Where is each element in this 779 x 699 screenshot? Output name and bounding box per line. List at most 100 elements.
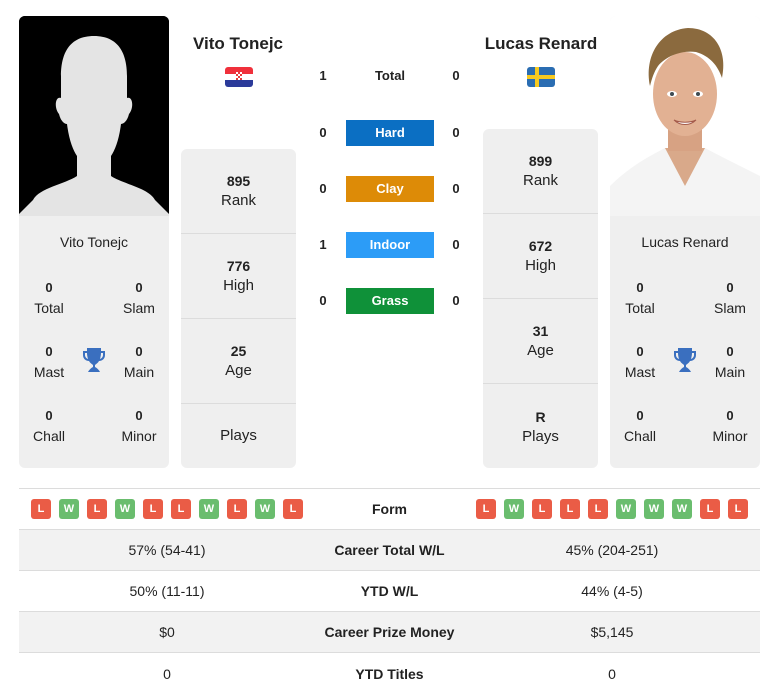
silhouette-icon xyxy=(19,16,169,216)
form-badge-win[interactable]: W xyxy=(672,499,692,519)
form-badge-win[interactable]: W xyxy=(504,499,524,519)
titles-chall: 0 Chall xyxy=(19,406,79,446)
ytd-titles-label: YTD Titles xyxy=(355,665,424,682)
stat-plays: R Plays xyxy=(483,384,598,468)
titles-total: 0 Total xyxy=(19,278,79,318)
form-right: LWLLLWWWLL xyxy=(464,499,760,519)
h2h-total-left: 1 xyxy=(319,68,327,83)
form-badge-loss[interactable]: L xyxy=(171,499,191,519)
row-career-total-wl: 57% (54-41) Career Total W/L 45% (204-25… xyxy=(19,530,760,571)
surface-clay-button[interactable]: Clay xyxy=(346,176,434,202)
titles-minor-value: 0 xyxy=(726,408,734,423)
titles-slam-value: 0 xyxy=(726,280,734,295)
form-badge-loss[interactable]: L xyxy=(143,499,163,519)
form-badge-loss[interactable]: L xyxy=(476,499,496,519)
titles-minor-value: 0 xyxy=(135,408,143,423)
form-badge-loss[interactable]: L xyxy=(31,499,51,519)
player-heading-left[interactable]: Vito Tonejc xyxy=(163,34,313,54)
form-badge-win[interactable]: W xyxy=(199,499,219,519)
stat-age-label: Age xyxy=(225,362,252,379)
stat-high-value: 776 xyxy=(226,258,251,274)
row-career-prize-money: $0 Career Prize Money $5,145 xyxy=(19,612,760,653)
player-photo-right[interactable] xyxy=(610,16,760,216)
surface-hard-button[interactable]: Hard xyxy=(346,120,434,146)
titles-chall-value: 0 xyxy=(45,408,53,423)
player-name-right[interactable]: Lucas Renard xyxy=(610,234,760,250)
form-list-left: LWLWLLWLWL xyxy=(19,499,315,519)
form-badge-loss[interactable]: L xyxy=(87,499,107,519)
stat-plays: Plays xyxy=(181,404,296,468)
player-photo-left[interactable] xyxy=(19,16,169,216)
stat-plays-label: Plays xyxy=(220,427,257,444)
form-badge-loss[interactable]: L xyxy=(560,499,580,519)
titles-main: 0 Main xyxy=(700,342,760,382)
form-badge-loss[interactable]: L xyxy=(532,499,552,519)
titles-slam-label: Slam xyxy=(123,300,155,316)
form-badge-loss[interactable]: L xyxy=(283,499,303,519)
titles-total-label: Total xyxy=(34,300,64,316)
form-badge-loss[interactable]: L xyxy=(700,499,720,519)
titles-main-label: Main xyxy=(714,364,746,380)
stat-rank-label: Rank xyxy=(220,192,257,209)
stat-rank: 899 Rank xyxy=(483,129,598,214)
titles-total-label: Total xyxy=(625,300,655,316)
stat-age-label: Age xyxy=(527,342,554,359)
career-prize-money-label: Career Prize Money xyxy=(324,624,455,640)
form-list-right: LWLLLWWWLL xyxy=(464,499,760,519)
career-total-wl-label: Career Total W/L xyxy=(334,542,445,558)
form-badge-win[interactable]: W xyxy=(616,499,636,519)
form-badge-loss[interactable]: L xyxy=(588,499,608,519)
titles-main-label: Main xyxy=(123,364,155,380)
form-badge-win[interactable]: W xyxy=(255,499,275,519)
h2h-row-clay: 0 Clay 0 xyxy=(310,176,470,202)
titles-mast-value: 0 xyxy=(45,344,53,359)
row-ytd-wl: 50% (11-11) YTD W/L 44% (4-5) xyxy=(19,571,760,612)
stat-high: 776 High xyxy=(181,234,296,319)
titles-mast-label: Mast xyxy=(33,364,65,380)
titles-grid-right: 0 Total 0 Slam 0 Mast 0 Main 0 Chall 0 M… xyxy=(610,278,760,458)
h2h-row-indoor: 1 Indoor 0 xyxy=(310,232,470,258)
form-badge-loss[interactable]: L xyxy=(728,499,748,519)
career-prize-money-left: $0 xyxy=(159,624,175,640)
titles-mast-label: Mast xyxy=(624,364,656,380)
titles-main-value: 0 xyxy=(726,344,734,359)
form-badge-loss[interactable]: L xyxy=(227,499,247,519)
titles-minor-label: Minor xyxy=(712,428,748,444)
titles-chall-label: Chall xyxy=(624,428,656,444)
h2h-clay-right: 0 xyxy=(452,181,460,196)
comparison-table: LWLWLLWLWL Form LWLLLWWWLL 57% (54-41) C… xyxy=(19,488,760,694)
stat-high-label: High xyxy=(525,257,556,274)
trophy-icon xyxy=(674,348,696,372)
form-badge-win[interactable]: W xyxy=(644,499,664,519)
titles-slam: 0 Slam xyxy=(109,278,169,318)
titles-chall-value: 0 xyxy=(636,408,644,423)
h2h-clay-left: 0 xyxy=(319,181,327,196)
titles-total-value: 0 xyxy=(45,280,53,295)
stat-panel-left: 895 Rank 776 High 25 Age Plays xyxy=(181,149,296,468)
titles-main: 0 Main xyxy=(109,342,169,382)
sweden-flag-icon xyxy=(527,67,555,87)
h2h-row-total: 1 Total 0 xyxy=(310,63,470,89)
h2h-total-right: 0 xyxy=(452,68,460,83)
player-heading-right[interactable]: Lucas Renard xyxy=(466,34,616,54)
surface-indoor-button[interactable]: Indoor xyxy=(346,232,434,258)
stat-age-value: 25 xyxy=(230,343,247,359)
form-badge-win[interactable]: W xyxy=(59,499,79,519)
ytd-wl-label: YTD W/L xyxy=(360,583,419,599)
stat-age: 31 Age xyxy=(483,299,598,384)
surface-grass-button[interactable]: Grass xyxy=(346,288,434,314)
stat-plays-value: R xyxy=(535,408,546,425)
titles-grid-left: 0 Total 0 Slam 0 Mast 0 Main 0 Chall 0 M… xyxy=(19,278,169,458)
trophy-icon xyxy=(83,348,105,372)
form-label: Form xyxy=(372,501,407,517)
player-portrait-icon xyxy=(610,16,760,216)
h2h-grass-right: 0 xyxy=(452,293,460,308)
ytd-titles-right: 0 xyxy=(608,665,616,682)
titles-slam-label: Slam xyxy=(714,300,746,316)
stat-high-label: High xyxy=(223,277,254,294)
player-name-left[interactable]: Vito Tonejc xyxy=(19,234,169,250)
stat-rank-value: 895 xyxy=(226,173,251,189)
form-badge-win[interactable]: W xyxy=(115,499,135,519)
stat-rank-value: 899 xyxy=(528,153,553,169)
stat-plays-label: Plays xyxy=(522,427,559,445)
